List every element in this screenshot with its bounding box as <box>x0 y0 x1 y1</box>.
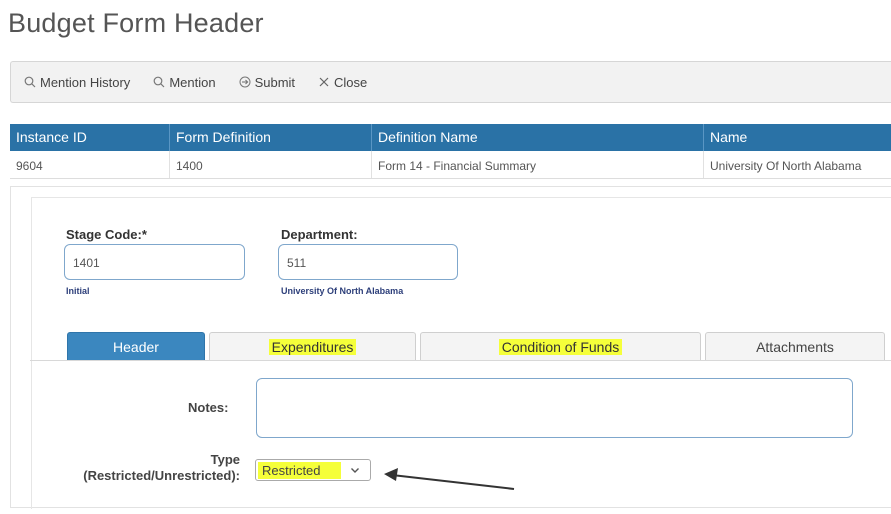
tab-condition-of-funds[interactable]: Condition of Funds <box>420 332 701 360</box>
mention-button[interactable]: Mention <box>152 74 216 90</box>
type-label-line1: Type <box>210 452 240 467</box>
column-header-instance-id[interactable]: Instance ID <box>10 124 170 151</box>
tab-condition-of-funds-label: Condition of Funds <box>498 338 623 355</box>
tab-expenditures-label: Expenditures <box>268 338 357 355</box>
cell-name: University Of North Alabama <box>710 159 862 173</box>
mention-history-button[interactable]: Mention History <box>23 75 130 90</box>
search-icon <box>23 75 37 89</box>
table-row[interactable]: 9604 1400 Form 14 - Financial Summary Un… <box>10 151 891 179</box>
department-label: Department: <box>281 227 358 242</box>
toolbar: Mention History Mention Submit Close <box>10 61 891 103</box>
cell-instance-id: 9604 <box>10 151 170 178</box>
mention-label: Mention <box>169 74 216 90</box>
tab-divider <box>30 360 891 361</box>
annotation-arrow-icon <box>384 468 515 490</box>
mention-history-label: Mention History <box>40 74 131 90</box>
grid-header-row: Instance ID Form Definition Definition N… <box>10 124 891 151</box>
tab-expenditures[interactable]: Expenditures <box>209 332 416 360</box>
cell-form-definition: 1400 <box>170 151 372 178</box>
stage-code-input[interactable]: 1401 <box>64 244 245 280</box>
department-input[interactable]: 511 <box>278 244 458 280</box>
instance-grid: Instance ID Form Definition Definition N… <box>10 124 891 179</box>
tab-header-label: Header <box>113 338 159 355</box>
type-select-value: Restricted <box>258 461 341 479</box>
chevron-down-icon <box>349 464 361 476</box>
tab-header[interactable]: Header <box>67 332 205 360</box>
stage-code-label: Stage Code:* <box>66 227 147 242</box>
tab-attachments-label: Attachments <box>756 338 834 355</box>
close-icon <box>317 75 331 89</box>
notes-label: Notes: <box>188 400 229 415</box>
close-label: Close <box>334 74 368 90</box>
page-title: Budget Form Header <box>8 8 264 38</box>
tab-bar: Header Expenditures Condition of Funds A… <box>67 332 885 360</box>
type-select[interactable]: Restricted <box>255 459 371 481</box>
column-header-name[interactable]: Name <box>704 124 891 151</box>
department-description: University Of North Alabama <box>281 286 404 296</box>
type-label-line2: (Restricted/Unrestricted): <box>83 468 240 483</box>
column-header-definition-name[interactable]: Definition Name <box>372 124 704 151</box>
type-label: Type (Restricted/Unrestricted): <box>30 452 240 484</box>
search-icon <box>152 75 166 89</box>
submit-label: Submit <box>254 74 296 90</box>
column-header-form-definition[interactable]: Form Definition <box>170 124 372 151</box>
stage-code-description: Initial <box>66 286 90 296</box>
arrow-circle-icon <box>238 75 252 89</box>
tab-attachments[interactable]: Attachments <box>705 332 885 360</box>
close-button[interactable]: Close <box>317 75 367 90</box>
notes-textarea[interactable] <box>256 378 853 438</box>
cell-definition-name: Form 14 - Financial Summary <box>372 151 704 178</box>
submit-button[interactable]: Submit <box>238 75 295 90</box>
